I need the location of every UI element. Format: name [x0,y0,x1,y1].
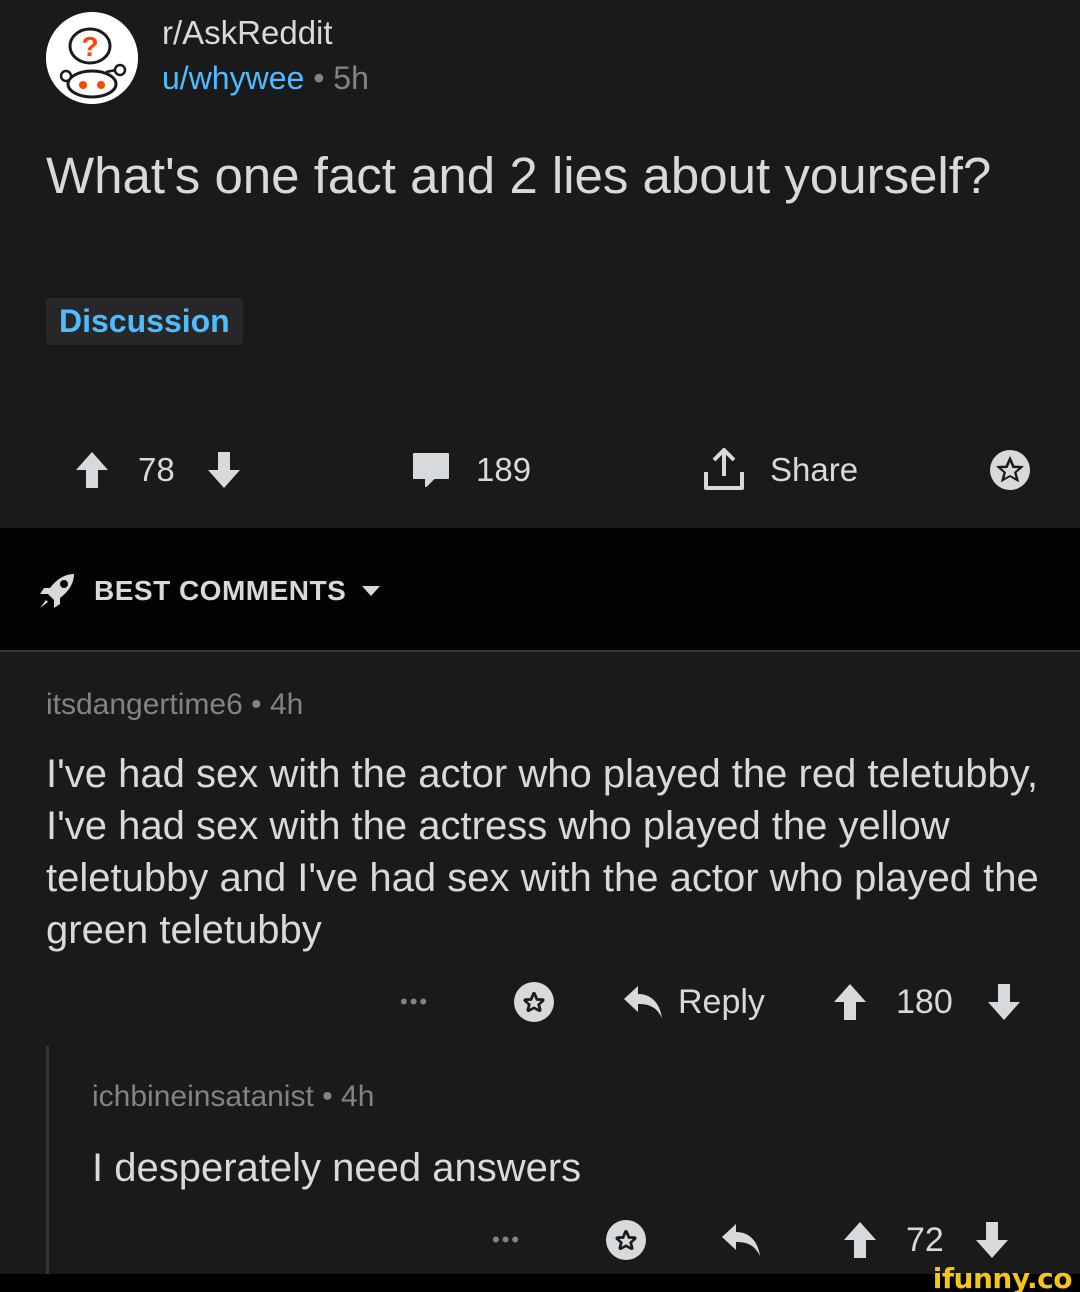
rocket-icon [40,574,74,608]
more-options-button[interactable]: ••• [400,972,429,1032]
comment-body: I desperately need answers [92,1146,582,1190]
post-flair[interactable]: Discussion [46,298,243,345]
upvote-arrow-icon [834,984,866,1020]
comment-save-button[interactable] [512,972,556,1032]
meta-separator: • [313,60,325,96]
caret-down-icon [362,586,381,596]
post-actions-bar: 78 189 Share [0,440,1080,500]
sort-label: BEST COMMENTS [94,575,347,606]
upvote-arrow-icon [76,452,108,488]
subreddit-avatar[interactable]: ? [46,12,138,104]
post-upvote-button[interactable] [74,440,110,500]
downvote-arrow-icon [976,1222,1008,1258]
share-label[interactable]: Share [770,440,858,500]
comment-bubble-icon [413,453,449,487]
comment-sort-dropdown[interactable]: BEST COMMENTS [36,570,382,612]
subreddit-name[interactable]: r/AskReddit [162,14,333,52]
reply-arrow-icon [624,986,662,1018]
post-meta: u/whywee • 5h [162,60,369,97]
comment-count: 189 [476,451,532,488]
reply-arrow-icon [722,1224,760,1256]
comment-body: I've had sex with the actor who played t… [46,752,1039,952]
comment-score: 72 [906,1220,944,1259]
comment-author[interactable]: ichbineinsatanist [92,1080,314,1113]
comment-downvote-button[interactable] [986,972,1022,1032]
share-button[interactable] [700,440,748,500]
comment-upvote-button[interactable] [842,1210,878,1270]
star-circle-icon [514,982,554,1022]
post-author[interactable]: u/whywee [162,60,304,96]
comment-save-button[interactable] [604,1210,648,1270]
star-circle-icon [990,450,1030,490]
post-score: 78 [138,451,175,488]
more-options-button[interactable]: ••• [492,1210,521,1270]
meta-separator: • [251,688,262,721]
comment-actions-bar: ••• Reply 180 [0,972,1080,1032]
comment-age: 4h [341,1080,375,1113]
comment-age: 4h [269,688,304,721]
comment: itsdangertime6 • 4h I've had sex with th… [0,654,1080,1048]
comments-button[interactable] [410,440,452,500]
svg-text:?: ? [81,31,98,62]
comment-upvote-button[interactable] [832,972,868,1032]
meta-separator: • [322,1080,333,1113]
post-downvote-button[interactable] [206,440,242,500]
comment-meta: ichbineinsatanist • 4h [92,1080,374,1114]
share-icon [704,448,744,490]
bottom-strip [0,1274,1080,1292]
post-title[interactable]: What's one fact and 2 lies about yoursel… [46,146,1006,206]
ifunny-watermark: ifunny.co [932,1262,1073,1292]
comment-downvote-button[interactable] [974,1210,1010,1270]
comment-meta: itsdangertime6 • 4h [46,688,303,722]
comment-actions-bar: ••• 72 [0,1210,1080,1270]
downvote-arrow-icon [208,452,240,488]
comment-score: 180 [896,982,953,1021]
post-age: 5h [333,60,369,96]
upvote-arrow-icon [844,1222,876,1258]
star-circle-icon [606,1220,646,1260]
reply-button[interactable] [720,1210,762,1270]
comment-author[interactable]: itsdangertime6 [46,688,243,721]
comment-reply: ichbineinsatanist • 4h I desperately nee… [0,1048,1080,1274]
downvote-arrow-icon [988,984,1020,1020]
askreddit-logo-icon: ? [46,12,138,104]
post-save-button[interactable] [988,440,1032,500]
comment-sort-bar: BEST COMMENTS [0,528,1080,652]
reply-button[interactable]: Reply [622,972,765,1032]
post-card: ? r/AskReddit u/whywee • 5h What's one f… [0,0,1080,528]
reply-label: Reply [678,982,765,1021]
